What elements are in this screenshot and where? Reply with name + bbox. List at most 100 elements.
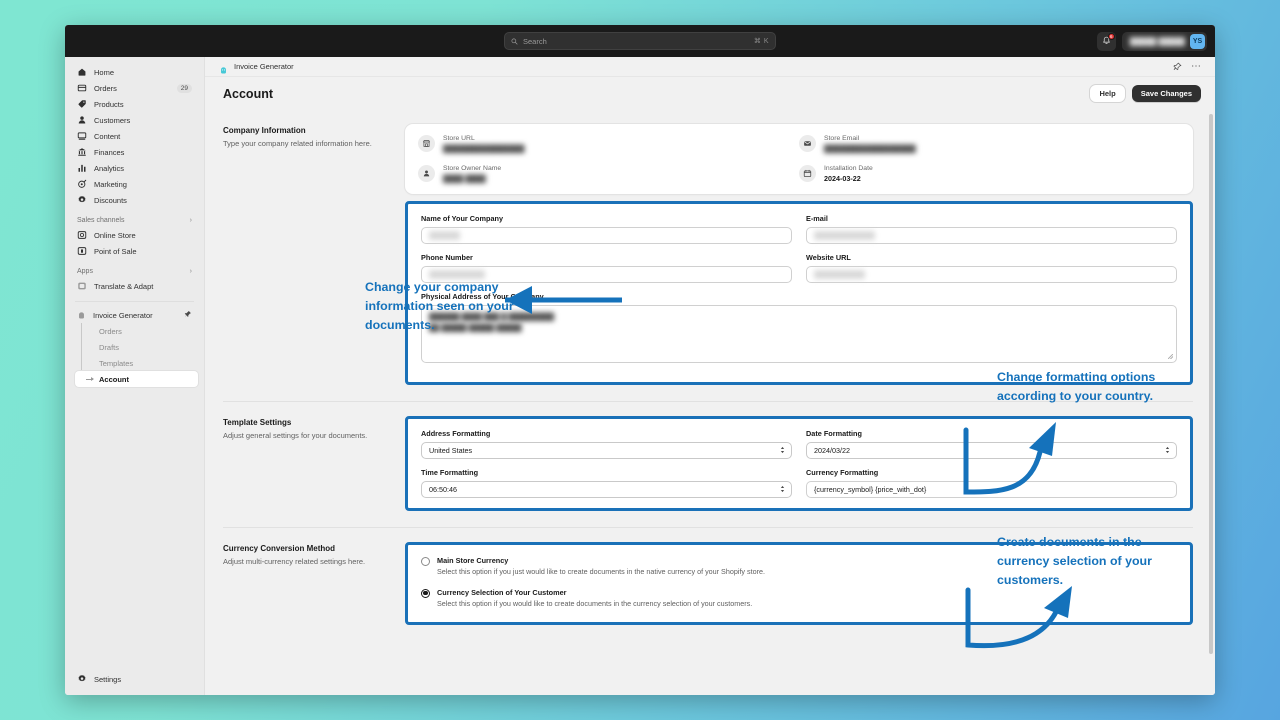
phone-field: Phone Number ███████████ (421, 253, 792, 283)
sidebar-item-translate-adapt[interactable]: Translate & Adapt (71, 278, 198, 294)
sidebar-item-discounts[interactable]: Discounts (71, 192, 198, 208)
sidebar-item-marketing[interactable]: Marketing (71, 176, 198, 192)
notifications-button[interactable]: 6 (1096, 31, 1116, 51)
sidebar-item-label: Analytics (94, 163, 125, 173)
company-name-input[interactable]: ██████ (421, 226, 792, 244)
sidebar-item-point-of-sale[interactable]: Point of Sale (71, 243, 198, 259)
currency-section-label: Currency Conversion Method Adjust multi-… (223, 542, 405, 626)
gear-icon (77, 674, 87, 684)
tag-icon (77, 99, 87, 109)
section-title: Company Information (223, 126, 306, 135)
sidebar-item-label: Content (94, 131, 121, 141)
page-header: Account Help Save Changes (205, 77, 1215, 110)
section-divider-2 (223, 526, 1193, 528)
ellipsis-icon[interactable]: ⋯ (1191, 61, 1201, 71)
sidebar-section-sales-channels[interactable]: Sales channels › (71, 208, 198, 227)
sidebar-item-label: Customers (94, 115, 131, 125)
sidebar-item-label: Online Store (94, 230, 136, 240)
page-actions: Help Save Changes (1090, 85, 1201, 102)
translate-app-icon (77, 281, 87, 291)
help-button[interactable]: Help (1090, 85, 1125, 102)
field-label: Date Formatting (806, 428, 862, 438)
template-form-row-2: Time Formatting 06:50:46 Currency Format… (421, 468, 1177, 498)
date-formatting-value: 2024/03/22 (814, 445, 850, 455)
pin-icon[interactable] (184, 310, 192, 320)
sidebar-item-orders[interactable]: Orders 29 (71, 80, 198, 96)
option-label: Main Store Currency (437, 555, 509, 565)
topbar-right-cluster: 6 █████ █████ YS (1096, 25, 1207, 57)
sidebar-item-home[interactable]: Home (71, 64, 198, 80)
company-name-value: ██████ (429, 230, 460, 240)
company-form-card: Name of Your Company ██████ E-mail █████… (405, 200, 1193, 385)
sidebar-divider (75, 301, 194, 302)
sidebar-item-finances[interactable]: Finances (71, 144, 198, 160)
content-icon (77, 131, 87, 141)
info-value: ██████████████████ (824, 143, 916, 153)
search-placeholder-text: Search (523, 36, 547, 46)
info-label: Store Email (824, 135, 860, 142)
search-input[interactable]: Search ⌘ K (504, 32, 776, 50)
email-value: ████████████ (814, 230, 876, 240)
scrollbar[interactable] (1209, 114, 1213, 654)
address-line-1: ██████ ████ ███ █ █████████ (429, 311, 555, 321)
address-formatting-select[interactable]: United States (421, 441, 792, 459)
store-switcher-button[interactable]: █████ █████ YS (1121, 31, 1207, 51)
invoice-generator-icon (77, 311, 86, 320)
sidebar-item-online-store[interactable]: Online Store (71, 227, 198, 243)
sidebar-item-templates[interactable]: Templates (75, 355, 198, 371)
sidebar-item-content[interactable]: Content (71, 128, 198, 144)
sidebar-item-label: Settings (94, 674, 122, 684)
customer-currency-option[interactable]: Currency Selection of Your Customer Sele… (421, 588, 1177, 610)
sidebar-section-apps[interactable]: Apps › (71, 259, 198, 278)
field-label: Phone Number (421, 252, 473, 262)
option-text-block: Main Store Currency Select this option i… (437, 556, 765, 578)
email-input[interactable]: ████████████ (806, 226, 1177, 244)
settings-scroll-area[interactable]: Company Information Type your company re… (205, 110, 1215, 695)
bank-icon (77, 147, 87, 157)
section-title: Currency Conversion Method (223, 543, 336, 553)
sidebar-item-customers[interactable]: Customers (71, 112, 198, 128)
store-url-item: Store URL ████████████████ (418, 134, 799, 154)
save-changes-button[interactable]: Save Changes (1131, 85, 1201, 102)
chevron-updown-icon (780, 485, 785, 493)
currency-formatting-input[interactable]: {currency_symbol} {price_with_dot} (806, 480, 1177, 498)
radio-icon[interactable] (421, 556, 430, 566)
company-form-row-3: Physical Address of Your Company ██████ … (421, 292, 1177, 363)
chevron-updown-icon (1165, 446, 1170, 454)
chevron-right-icon: › (189, 217, 192, 224)
field-label: Currency Formatting (806, 467, 879, 477)
website-input[interactable]: ██████████ (806, 265, 1177, 283)
sub-item-label: Account (99, 374, 129, 384)
currency-formatting-field: Currency Formatting {currency_symbol} {p… (806, 468, 1177, 498)
avatar: YS (1190, 33, 1205, 49)
breadcrumb-actions: ⋯ (1173, 58, 1201, 76)
field-label: Address Formatting (421, 428, 491, 438)
field-label: E-mail (806, 213, 828, 223)
shopify-topbar: Search ⌘ K 6 █████ █████ YS (65, 25, 1215, 57)
search-icon (511, 32, 518, 50)
sidebar-item-drafts[interactable]: Drafts (75, 339, 198, 355)
sub-item-label: Templates (99, 358, 134, 368)
company-name-field: Name of Your Company ██████ (421, 214, 792, 244)
sidebar-footer: Settings (71, 671, 198, 695)
sidebar-item-account[interactable]: Account (75, 371, 198, 387)
address-textarea[interactable]: ██████ ████ ███ █ █████████ ██ █████ ███… (421, 304, 1177, 363)
info-value: ████████████████ (443, 143, 525, 153)
address-formatting-value: United States (429, 445, 473, 455)
breadcrumb-label[interactable]: Invoice Generator (234, 62, 294, 71)
sidebar-item-invoice-generator[interactable]: Invoice Generator (71, 307, 198, 323)
installation-date-item: Installation Date 2024-03-22 (799, 164, 1180, 184)
sidebar-item-settings[interactable]: Settings (71, 671, 198, 687)
sidebar-item-orders-app[interactable]: Orders (75, 323, 198, 339)
main-store-currency-option[interactable]: Main Store Currency Select this option i… (421, 556, 1177, 578)
phone-input[interactable]: ███████████ (421, 265, 792, 283)
website-field: Website URL ██████████ (806, 253, 1177, 283)
radio-icon-selected[interactable] (421, 588, 430, 598)
sidebar-item-products[interactable]: Products (71, 96, 198, 112)
section-title: Apps (77, 268, 93, 275)
pin-icon[interactable] (1173, 58, 1182, 76)
main-content: Invoice Generator ⋯ Account Help Save Ch… (205, 57, 1215, 695)
time-formatting-select[interactable]: 06:50:46 (421, 480, 792, 498)
sidebar-item-analytics[interactable]: Analytics (71, 160, 198, 176)
date-formatting-select[interactable]: 2024/03/22 (806, 441, 1177, 459)
